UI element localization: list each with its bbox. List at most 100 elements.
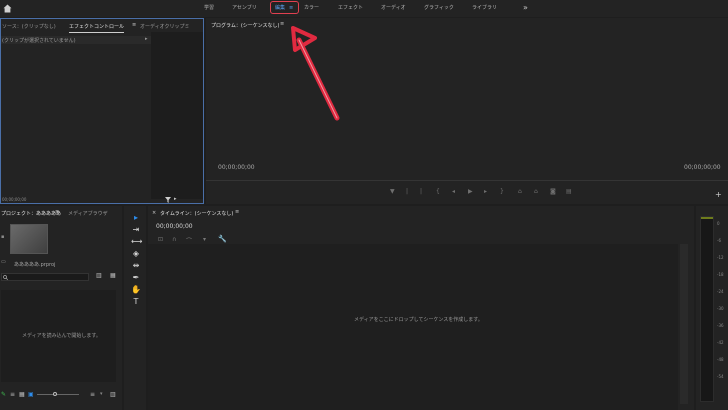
message-row: (クリップが選択されていません) ▸	[1, 36, 151, 44]
workspace-tab-effects[interactable]: エフェクト	[338, 6, 363, 11]
keyframe-area	[151, 32, 203, 199]
go-to-in-point-icon[interactable]: {	[436, 188, 440, 195]
workspace-tab-color[interactable]: カラー	[304, 6, 319, 11]
list-view-icon[interactable]: ≡	[10, 391, 15, 398]
drop-media-message: メディアをここにドロップしてシーケンスを作成します。	[354, 317, 483, 323]
project-panel: プロジェクト：あああああ ≡ メディアブラウザ ▪ ▭ あああああ.prproj…	[0, 206, 122, 410]
annotation-arrow	[291, 26, 340, 121]
home-icon[interactable]	[3, 4, 12, 13]
type-tool-icon[interactable]: T	[131, 297, 141, 307]
workspace-tab-graphics[interactable]: グラフィック	[424, 6, 454, 11]
export-icon[interactable]: ▸	[174, 196, 177, 202]
mark-in-icon[interactable]: ▼	[390, 188, 395, 195]
meter-label-24: -24	[717, 289, 724, 294]
zoom-slider[interactable]	[37, 394, 79, 395]
export-frame-icon[interactable]: ◙	[550, 188, 556, 195]
sort-icon[interactable]: ≡	[90, 391, 95, 398]
razor-tool-icon[interactable]: ◈	[131, 249, 141, 259]
timeline-title: タイムライン：(シーケンスなし)	[160, 211, 234, 217]
effect-controls-menu-icon[interactable]: ≡	[132, 22, 136, 28]
effect-controls-panel: ソース：(クリップなし) エフェクトコントロール ≡ オーディオクリップミ (ク…	[0, 18, 204, 204]
tab-effect-controls[interactable]: エフェクトコントロール	[69, 23, 125, 33]
meter-label-48: -48	[717, 357, 724, 362]
tab-media-browser[interactable]: メディアブラウザ	[68, 210, 108, 217]
meter-label-18: -18	[717, 272, 724, 277]
search-input[interactable]	[1, 273, 89, 281]
audio-meter-bars	[700, 216, 714, 402]
tab-audio-clip-mixer[interactable]: オーディオクリップミ	[140, 23, 190, 30]
program-menu-icon[interactable]: ≡	[280, 21, 284, 27]
workspace-tab-learn[interactable]: 学習	[204, 6, 214, 11]
meter-label-30: -30	[717, 306, 724, 311]
meter-label-42: -42	[717, 340, 724, 345]
play-icon[interactable]: ▶	[468, 188, 473, 195]
panel-tabs: ソース：(クリップなし) エフェクトコントロール ≡ オーディオクリップミ	[1, 19, 203, 33]
add-button-icon[interactable]: +	[715, 190, 722, 199]
program-title: プログラム：(シーケンスなし)	[211, 23, 280, 29]
hand-tool-icon[interactable]: ✋	[131, 285, 141, 295]
meter-label-36: -36	[717, 323, 724, 328]
step-back-icon[interactable]: ◂	[452, 188, 455, 195]
pen-tool-icon[interactable]: ✒	[131, 273, 141, 283]
more-workspaces-button[interactable]: »	[523, 3, 528, 12]
timeline-panel: × タイムライン：(シーケンスなし) ≡ 00;00;00;00 ⊡ ∩ ⌒ ▾…	[148, 206, 694, 410]
import-media-message: メディアを読み込んで開始します。	[22, 333, 101, 339]
track-area[interactable]	[148, 244, 678, 410]
lift-icon[interactable]: ⌂	[518, 188, 522, 195]
timeline-timecode[interactable]: 00;00;00;00	[156, 223, 193, 230]
no-clip-message: (クリップが選択されていません)	[2, 38, 76, 44]
automate-icon[interactable]: ▥	[110, 391, 116, 398]
meter-label-0: 0	[717, 221, 720, 226]
program-timecode-right: 00;00;00;00	[684, 164, 721, 171]
clip-thumbnail[interactable]	[10, 224, 48, 254]
new-bin-icon[interactable]: ▥	[96, 272, 102, 279]
sort-dropdown-icon[interactable]: ▾	[100, 391, 103, 397]
workspace-tab-libraries[interactable]: ライブラリ	[472, 6, 497, 11]
audio-meter-peak	[701, 217, 713, 219]
zoom-slider-thumb[interactable]	[53, 392, 57, 396]
freeform-view-icon[interactable]: ▣	[28, 391, 34, 398]
snap-icon[interactable]: ∩	[172, 236, 176, 243]
selection-tool-icon[interactable]: ▸	[131, 213, 141, 223]
folder-icon: ▭	[1, 259, 6, 265]
icon-view-icon[interactable]: ▦	[19, 391, 25, 398]
source-timecode: 00;00;00;00	[2, 197, 27, 202]
search-icon	[3, 275, 8, 280]
workspace-bar: 学習 アセンブリ 編集 ≡ カラー エフェクト オーディオ グラフィック ライブ…	[0, 0, 728, 17]
add-marker-icon[interactable]: ▾	[203, 236, 206, 243]
tab-project[interactable]: プロジェクト：あああああ	[1, 210, 61, 217]
extract-icon[interactable]: ⌂	[534, 188, 538, 195]
project-menu-icon[interactable]: ≡	[55, 209, 59, 215]
slip-tool-icon[interactable]: ⇹	[131, 261, 141, 271]
comparison-view-icon[interactable]: ▤	[566, 188, 572, 195]
timeline-scrollbar[interactable]	[680, 244, 688, 404]
playhead-bar[interactable]	[206, 180, 728, 181]
track-select-tool-icon[interactable]: ⇥	[131, 225, 141, 235]
ripple-edit-tool-icon[interactable]: ⟷	[131, 237, 142, 247]
go-to-out-icon[interactable]: }	[500, 188, 504, 195]
step-forward-icon[interactable]: ▸	[484, 188, 487, 195]
highlight-box	[270, 1, 299, 14]
go-to-in-icon[interactable]: |	[420, 188, 422, 195]
tools-panel: ▸ ⇥ ⟷ ◈ ⇹ ✒ ✋ T	[124, 206, 146, 410]
program-timecode-left[interactable]: 00;00;00;00	[218, 164, 255, 171]
mark-out-icon[interactable]: |	[406, 188, 408, 195]
meter-label-12: -12	[717, 255, 724, 260]
workspace-tab-assembly[interactable]: アセンブリ	[232, 6, 257, 11]
audio-meter-panel: 0 -6 -12 -18 -24 -30 -36 -42 -48 -54	[696, 206, 728, 410]
tab-source[interactable]: ソース：(クリップなし)	[2, 23, 56, 30]
timeline-menu-icon[interactable]: ≡	[235, 209, 239, 215]
sequence-icon: ▪	[1, 234, 5, 240]
meter-label-54: -54	[717, 374, 724, 379]
close-timeline-icon[interactable]: ×	[152, 210, 156, 216]
workspace-tab-audio[interactable]: オーディオ	[381, 6, 406, 11]
meter-label-6: -6	[717, 238, 721, 243]
project-footer: ✎ ≡ ▦ ▣ ≡ ▾ ▥	[0, 390, 122, 400]
pencil-icon[interactable]: ✎	[1, 391, 6, 398]
new-item-icon[interactable]: ▦	[110, 272, 116, 279]
wrench-icon[interactable]: 🔧	[218, 235, 227, 243]
collapse-arrow-icon[interactable]: ▸	[145, 36, 148, 42]
clip-name[interactable]: あああああ.prproj	[14, 261, 55, 268]
filter-icon[interactable]	[165, 197, 171, 203]
nest-icon[interactable]: ⊡	[158, 236, 163, 243]
